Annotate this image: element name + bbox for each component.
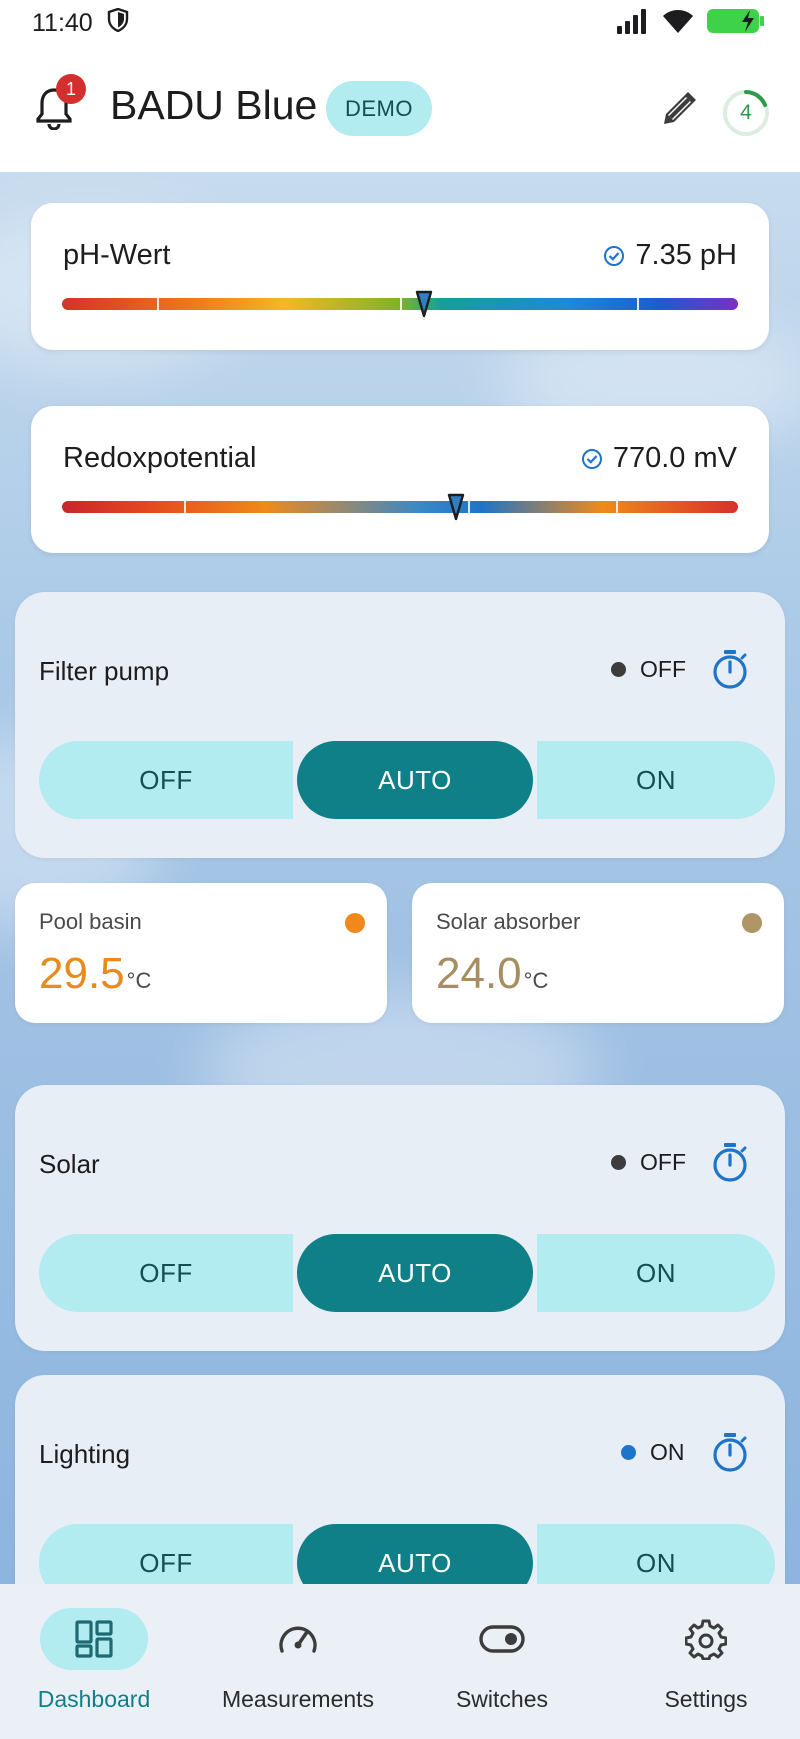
nav-switches[interactable]: Switches	[402, 1608, 602, 1718]
pool-basin-card[interactable]: Pool basin 29.5°C	[15, 883, 387, 1023]
temp-label: Pool basin	[39, 909, 142, 934]
segment-off[interactable]: OFF	[39, 741, 293, 819]
temp-status-dot	[345, 913, 365, 933]
demo-badge: DEMO	[326, 81, 432, 136]
battery-icon	[706, 8, 768, 39]
ph-label: pH-Wert	[63, 239, 171, 271]
timer-button[interactable]	[710, 1141, 750, 1183]
switch-status: ON	[621, 1439, 685, 1466]
dashboard-icon	[75, 1620, 113, 1658]
segment-on[interactable]: ON	[537, 741, 775, 819]
segment-on[interactable]: ON	[537, 1234, 775, 1312]
notification-badge: 1	[56, 74, 86, 104]
status-bar: 11:40	[0, 0, 800, 46]
temp-label: Solar absorber	[436, 909, 581, 934]
ph-card[interactable]: pH-Wert 7.35 pH	[31, 203, 769, 350]
timer-button[interactable]	[710, 648, 750, 690]
ph-scale-bar	[62, 290, 738, 318]
filter-pump-card[interactable]: Filter pump OFF OFF AUTO ON	[15, 592, 785, 858]
switch-status: OFF	[611, 656, 686, 683]
status-time: 11:40	[32, 8, 93, 37]
temp-value: 29.5°C	[39, 949, 152, 998]
toggle-icon	[479, 1625, 525, 1653]
switch-title: Solar	[39, 1149, 100, 1179]
nav-label: Measurements	[221, 1686, 375, 1712]
segment-off[interactable]: OFF	[39, 1524, 293, 1584]
nav-label: Settings	[664, 1686, 748, 1712]
edit-button[interactable]	[656, 84, 704, 132]
bottom-navigation: Dashboard Measurements Switches Settings	[0, 1584, 800, 1739]
signal-icon	[616, 8, 650, 39]
redox-card[interactable]: Redoxpotential 770.0 mV	[31, 406, 769, 553]
check-circle-icon	[604, 245, 625, 266]
progress-value: 4	[740, 101, 752, 124]
stopwatch-icon	[713, 1433, 747, 1472]
temp-status-dot	[742, 913, 762, 933]
solar-absorber-card[interactable]: Solar absorber 24.0°C	[412, 883, 784, 1023]
ph-marker	[415, 290, 432, 318]
redox-label: Redoxpotential	[63, 442, 257, 474]
redox-marker	[447, 493, 465, 521]
nav-dashboard[interactable]: Dashboard	[0, 1608, 194, 1718]
status-dot	[611, 662, 626, 677]
wifi-icon	[662, 8, 694, 39]
redox-value: 770.0 mV	[612, 442, 737, 474]
stopwatch-icon	[713, 650, 747, 689]
check-circle-icon	[581, 448, 602, 469]
progress-indicator[interactable]: 4	[721, 88, 771, 138]
segment-auto[interactable]: AUTO	[297, 741, 533, 819]
timer-button[interactable]	[710, 1431, 750, 1473]
nav-label: Switches	[455, 1686, 549, 1712]
nav-label: Dashboard	[37, 1686, 151, 1712]
redox-scale-bar	[62, 493, 738, 521]
status-dot	[611, 1155, 626, 1170]
switch-title: Lighting	[39, 1439, 131, 1469]
nav-measurements[interactable]: Measurements	[198, 1608, 398, 1718]
status-dot	[621, 1445, 636, 1460]
temp-value: 24.0°C	[436, 949, 549, 998]
switch-title: Filter pump	[39, 656, 170, 686]
notifications-button[interactable]: 1	[34, 74, 86, 131]
pencil-icon	[664, 92, 696, 124]
nav-settings[interactable]: Settings	[606, 1608, 800, 1718]
switch-status: OFF	[611, 1149, 686, 1176]
lighting-card[interactable]: Lighting ON OFF AUTO ON	[15, 1375, 785, 1584]
ph-value: 7.35 pH	[635, 239, 737, 271]
gauge-icon	[279, 1626, 317, 1653]
stopwatch-icon	[713, 1143, 747, 1182]
dashboard-content[interactable]: pH-Wert 7.35 pH Redoxpotential 770.0 mV …	[0, 172, 800, 1584]
segment-on[interactable]: ON	[537, 1524, 775, 1584]
segment-auto[interactable]: AUTO	[297, 1524, 533, 1584]
segment-auto[interactable]: AUTO	[297, 1234, 533, 1312]
gear-icon	[685, 1619, 727, 1660]
app-header: 1 BADU Blue DEMO 4	[0, 46, 800, 172]
segment-off[interactable]: OFF	[39, 1234, 293, 1312]
solar-card[interactable]: Solar OFF OFF AUTO ON	[15, 1085, 785, 1351]
shield-icon	[107, 7, 129, 39]
app-title: BADU Blue	[110, 82, 318, 128]
